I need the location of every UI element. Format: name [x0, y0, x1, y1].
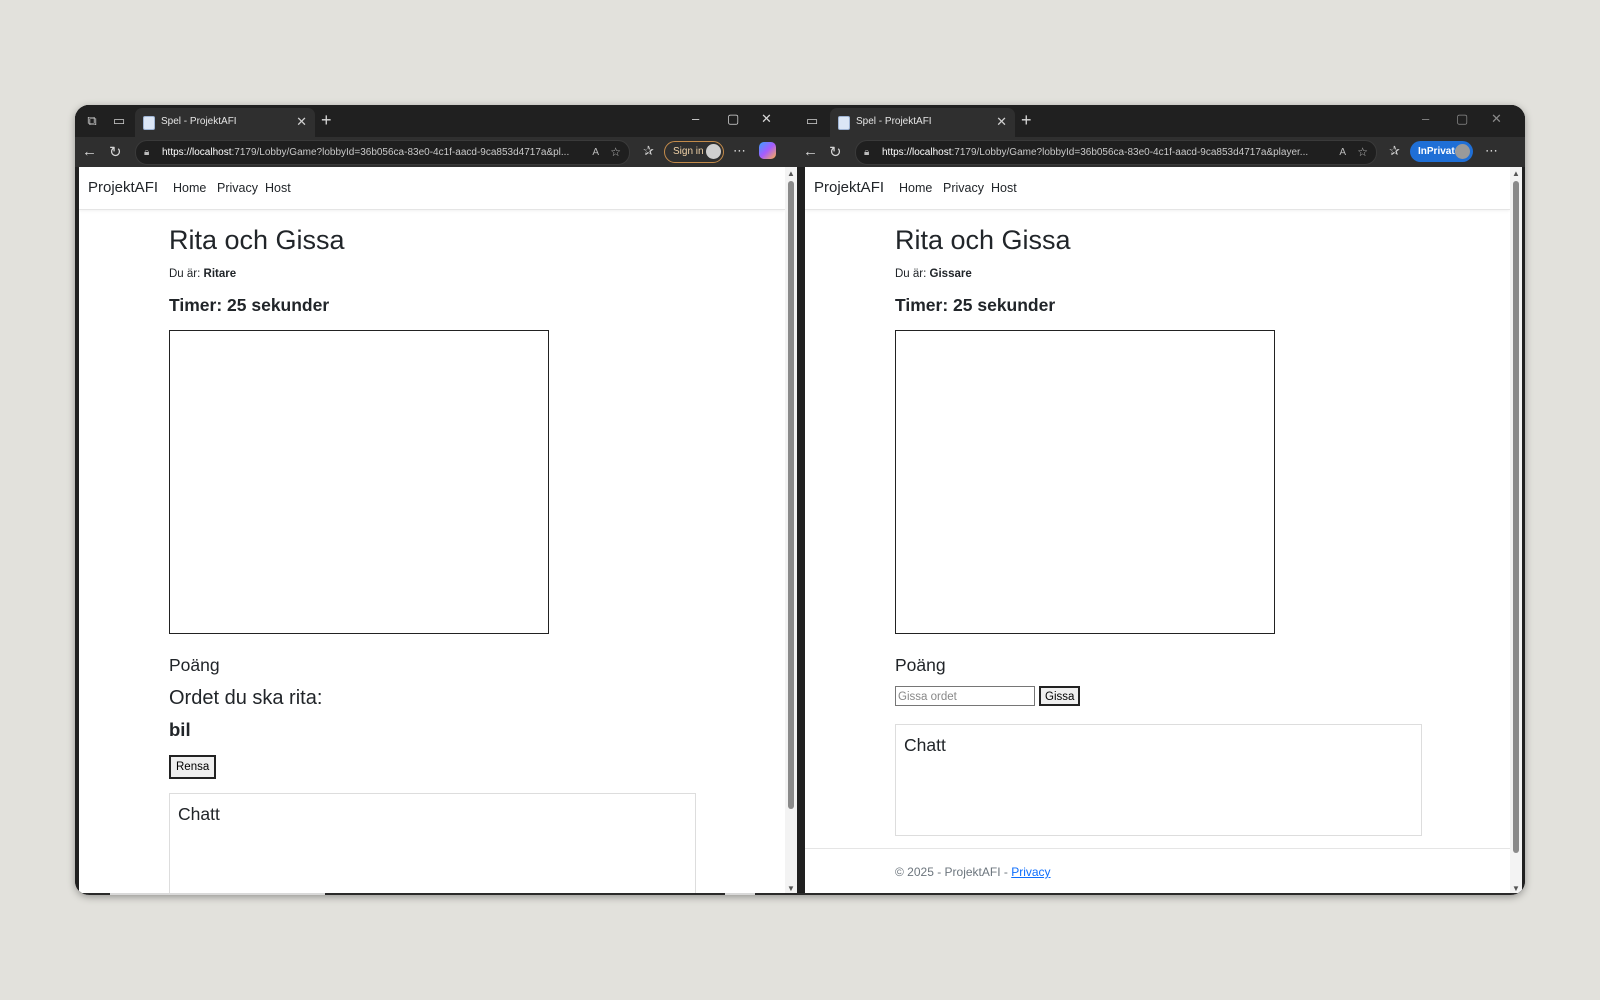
- sign-in-button[interactable]: Sign in: [664, 141, 724, 163]
- lock-icon: 🔒︎: [144, 147, 150, 158]
- timer: Timer: 25 sekunder: [169, 295, 330, 315]
- taskbar-strip: [75, 893, 1525, 895]
- page-icon: [143, 116, 155, 130]
- tab-title: Spel - ProjektAFI: [856, 116, 932, 127]
- refresh-icon[interactable]: ↻: [109, 143, 122, 161]
- page-content: ProjektAFI Home Privacy Host Rita och Gi…: [805, 167, 1510, 895]
- tab-actions-icon[interactable]: ▭: [803, 112, 821, 130]
- browser-window-right: ▭ Spel - ProjektAFI ✕ + – ▢ ✕ ← ↻ 🔒︎ htt…: [800, 105, 1525, 895]
- star-icon[interactable]: ☆: [610, 141, 621, 164]
- chat-box: Chatt: [895, 724, 1422, 836]
- role-line: Du är: Gissare: [895, 268, 972, 280]
- avatar: [706, 144, 721, 159]
- drawing-canvas: [895, 330, 1275, 634]
- role-value: Ritare: [203, 268, 237, 280]
- scroll-down-icon[interactable]: ▼: [1512, 884, 1520, 893]
- url-text: https://localhost:7179/Lobby/Game?lobbyI…: [882, 147, 1309, 158]
- scroll-up-icon[interactable]: ▲: [1512, 169, 1520, 178]
- back-arrow-icon[interactable]: ←: [82, 143, 97, 160]
- scrollbar[interactable]: ▲ ▼: [1510, 167, 1522, 895]
- star-icon[interactable]: ☆: [1357, 141, 1368, 164]
- maximize-icon[interactable]: ▢: [727, 111, 739, 127]
- monitor-frame: ⧉ ▭ Spel - ProjektAFI ✕ + – ▢ ✕ ← ↻ 🔒︎ h…: [75, 105, 1525, 895]
- address-toolbar: ← ↻ 🔒︎ https://localhost:7179/Lobby/Game…: [75, 137, 801, 167]
- address-bar[interactable]: 🔒︎ https://localhost:7179/Lobby/Game?lob…: [135, 140, 630, 165]
- tab-title: Spel - ProjektAFI: [161, 116, 237, 127]
- more-icon[interactable]: ⋯: [1485, 143, 1498, 159]
- plus-icon[interactable]: +: [1021, 110, 1032, 131]
- role-value: Gissare: [929, 268, 972, 280]
- browser-window-left: ⧉ ▭ Spel - ProjektAFI ✕ + – ▢ ✕ ← ↻ 🔒︎ h…: [75, 105, 801, 895]
- avatar: [1455, 144, 1470, 159]
- page-title: Rita och Gissa: [169, 225, 345, 255]
- chat-title: Chatt: [904, 735, 946, 755]
- site-navbar: ProjektAFI Home Privacy Host: [79, 167, 785, 210]
- copilot-icon[interactable]: [759, 142, 776, 159]
- address-bar[interactable]: 🔒︎ https://localhost:7179/Lobby/Game?lob…: [855, 140, 1377, 165]
- role-line: Du är: Ritare: [169, 268, 237, 280]
- read-aloud-icon[interactable]: A: [1339, 141, 1346, 164]
- lock-icon: 🔒︎: [864, 147, 870, 158]
- scrollbar[interactable]: ▲ ▼: [785, 167, 797, 895]
- inprivate-badge[interactable]: InPrivate: [1410, 141, 1473, 162]
- chat-box: Chatt: [169, 793, 696, 895]
- minimize-icon[interactable]: –: [692, 111, 699, 126]
- brand-link[interactable]: ProjektAFI: [88, 179, 158, 196]
- word-to-draw: bil: [169, 719, 191, 740]
- site-navbar: ProjektAFI Home Privacy Host: [805, 167, 1510, 210]
- minimize-icon[interactable]: –: [1422, 111, 1429, 126]
- guess-input[interactable]: Gissa ordet: [895, 686, 1035, 706]
- page-content: ProjektAFI Home Privacy Host Rita och Gi…: [79, 167, 785, 895]
- inprivate-label: InPrivate: [1418, 146, 1461, 157]
- close-icon[interactable]: ✕: [996, 114, 1007, 130]
- footer-text: © 2025 - ProjektAFI - Privacy: [895, 865, 1051, 879]
- page-footer: © 2025 - ProjektAFI - Privacy: [805, 848, 1510, 879]
- footer-privacy-link[interactable]: Privacy: [1011, 865, 1050, 879]
- workspaces-icon[interactable]: ⧉: [83, 112, 101, 130]
- close-icon[interactable]: ✕: [296, 114, 307, 130]
- more-icon[interactable]: ⋯: [733, 143, 746, 159]
- chat-title: Chatt: [178, 804, 220, 824]
- close-icon[interactable]: ✕: [1491, 111, 1502, 127]
- sign-in-label: Sign in: [673, 146, 704, 157]
- strip-segment: [110, 893, 325, 895]
- back-arrow-icon[interactable]: ←: [803, 143, 818, 160]
- scroll-down-icon[interactable]: ▼: [787, 884, 795, 893]
- nav-home[interactable]: Home: [173, 181, 206, 195]
- drawing-canvas[interactable]: [169, 330, 549, 634]
- nav-privacy[interactable]: Privacy: [217, 181, 258, 195]
- favorites-icon[interactable]: ✰: [1389, 143, 1400, 159]
- clear-button[interactable]: Rensa: [169, 755, 217, 779]
- nav-privacy[interactable]: Privacy: [943, 181, 984, 195]
- word-label: Ordet du ska rita:: [169, 687, 323, 709]
- tab-game[interactable]: Spel - ProjektAFI ✕: [135, 108, 315, 137]
- points-heading: Poäng: [895, 655, 946, 675]
- maximize-icon[interactable]: ▢: [1456, 111, 1468, 127]
- scroll-thumb[interactable]: [1513, 181, 1519, 853]
- refresh-icon[interactable]: ↻: [829, 143, 842, 161]
- scroll-up-icon[interactable]: ▲: [787, 169, 795, 178]
- points-heading: Poäng: [169, 655, 220, 675]
- tab-actions-icon[interactable]: ▭: [110, 112, 128, 130]
- nav-host[interactable]: Host: [991, 181, 1017, 195]
- address-toolbar: ← ↻ 🔒︎ https://localhost:7179/Lobby/Game…: [800, 137, 1525, 167]
- scroll-thumb[interactable]: [788, 181, 794, 809]
- strip-segment: [725, 893, 755, 895]
- guess-button[interactable]: Gissa: [1039, 686, 1081, 706]
- tab-bar: ▭ Spel - ProjektAFI ✕ + – ▢ ✕: [800, 105, 1525, 137]
- plus-icon[interactable]: +: [321, 110, 332, 131]
- timer: Timer: 25 sekunder: [895, 295, 1056, 315]
- page-icon: [838, 116, 850, 130]
- url-text: https://localhost:7179/Lobby/Game?lobbyI…: [162, 147, 570, 158]
- brand-link[interactable]: ProjektAFI: [814, 179, 884, 196]
- read-aloud-icon[interactable]: A: [592, 141, 599, 164]
- nav-home[interactable]: Home: [899, 181, 932, 195]
- page-title: Rita och Gissa: [895, 225, 1071, 255]
- tab-bar: ⧉ ▭ Spel - ProjektAFI ✕ + – ▢ ✕: [75, 105, 801, 137]
- nav-host[interactable]: Host: [265, 181, 291, 195]
- favorites-icon[interactable]: ✰: [643, 143, 654, 159]
- tab-game[interactable]: Spel - ProjektAFI ✕: [830, 108, 1015, 137]
- close-icon[interactable]: ✕: [761, 111, 772, 127]
